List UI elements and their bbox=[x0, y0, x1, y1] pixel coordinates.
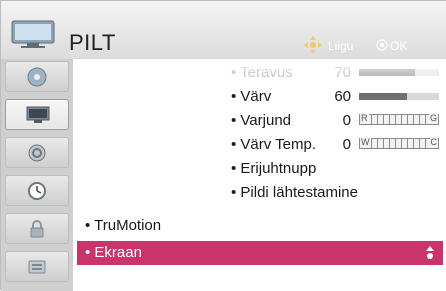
settings-list: • Teravus 70 • Värv 60 • Varjund 0 R G •… bbox=[73, 59, 446, 291]
color-level-fill bbox=[359, 93, 407, 100]
menu-item-trumotion[interactable]: • TruMotion bbox=[77, 214, 443, 238]
menu-header: PILT Liigu OK bbox=[1, 1, 446, 60]
navigate-arrows-icon bbox=[304, 36, 322, 54]
sidebar-item-disc[interactable] bbox=[5, 61, 69, 92]
setting-row-tint[interactable]: • Varjund 0 R G bbox=[231, 109, 443, 133]
setting-value: 60 bbox=[334, 88, 351, 105]
hint-ok-label: OK bbox=[390, 39, 408, 53]
setting-label: • Erijuhtnupp bbox=[231, 160, 317, 177]
color-temp-balance-scale: W C bbox=[359, 137, 439, 149]
speaker-icon bbox=[28, 144, 46, 162]
top-fade-overlay bbox=[73, 59, 446, 81]
disc-icon bbox=[27, 67, 47, 87]
setting-row-color-temp[interactable]: • Värv Temp. 0 W C bbox=[231, 133, 443, 157]
scale-right-label: C bbox=[429, 137, 438, 148]
sidebar-item-lock[interactable] bbox=[5, 213, 69, 244]
setting-row-color[interactable]: • Värv 60 bbox=[231, 85, 443, 109]
scale-left-label: W bbox=[360, 137, 371, 148]
tint-balance-scale: R G bbox=[359, 113, 439, 125]
up-down-arrows-icon bbox=[426, 246, 434, 259]
clock-icon bbox=[28, 182, 46, 200]
menu-item-label: • Ekraan bbox=[85, 244, 142, 261]
sidebar-item-options[interactable] bbox=[5, 251, 69, 282]
scale-left-label: R bbox=[360, 113, 369, 124]
setting-value: 0 bbox=[342, 112, 351, 129]
sidebar-item-picture[interactable] bbox=[5, 99, 69, 130]
picture-menu-window: PILT Liigu OK • Värv 60 • Varjund 0 R G … bbox=[0, 0, 446, 291]
setting-row-expert-control[interactable]: • Erijuhtnupp bbox=[231, 157, 443, 181]
scale-right-label: G bbox=[428, 113, 438, 124]
page-title: PILT bbox=[69, 30, 116, 55]
setting-label: • Pildi lähtestamine bbox=[231, 184, 358, 201]
lock-icon bbox=[30, 220, 44, 238]
setting-row-picture-reset[interactable]: • Pildi lähtestamine bbox=[231, 181, 443, 205]
setting-label: • Värv bbox=[231, 88, 272, 105]
tv-picture-icon bbox=[11, 20, 55, 48]
menu-item-screen[interactable]: • Ekraan bbox=[77, 241, 443, 265]
picture-icon bbox=[26, 106, 50, 123]
ok-button-icon bbox=[376, 39, 388, 51]
setting-label: • Varjund bbox=[231, 112, 292, 129]
sidebar-item-audio[interactable] bbox=[5, 137, 69, 168]
menu-item-label: • TruMotion bbox=[85, 217, 162, 234]
hint-move-label: Liigu bbox=[328, 39, 354, 53]
category-sidebar bbox=[1, 59, 73, 291]
setting-value: 0 bbox=[342, 136, 351, 153]
setting-label: • Värv Temp. bbox=[231, 136, 317, 153]
options-icon bbox=[28, 260, 46, 274]
color-level-bar bbox=[359, 93, 439, 100]
sidebar-item-time[interactable] bbox=[5, 175, 69, 206]
